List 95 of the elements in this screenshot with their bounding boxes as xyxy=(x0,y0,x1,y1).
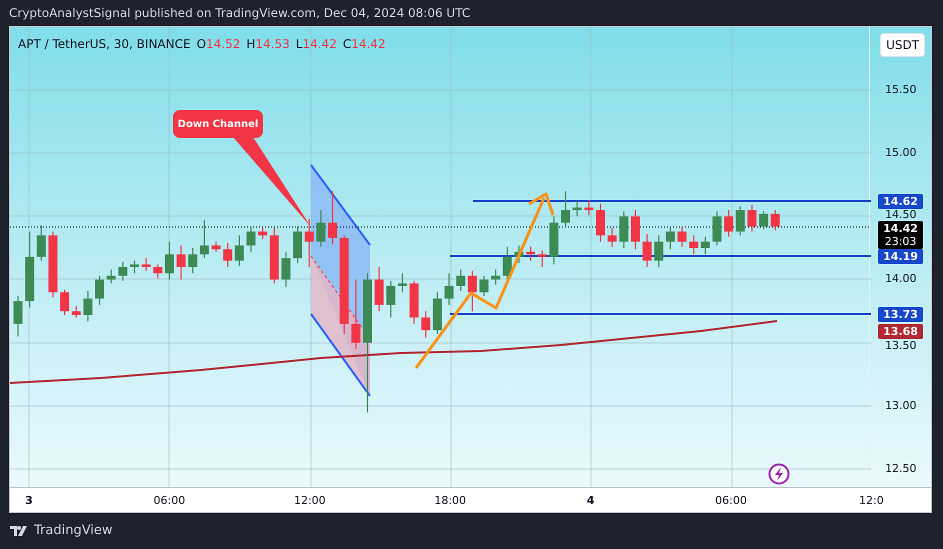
candle xyxy=(596,204,605,242)
candle xyxy=(130,260,139,274)
candle xyxy=(48,232,58,298)
price-value: 14.62 xyxy=(883,195,918,208)
candle xyxy=(514,245,524,264)
price-value: 14.42 xyxy=(883,222,918,235)
candle xyxy=(538,250,547,267)
candle xyxy=(642,234,652,267)
logo-icon xyxy=(10,526,30,536)
candle xyxy=(584,200,594,216)
candle xyxy=(188,248,198,274)
candle xyxy=(712,211,722,246)
ohlc-value: C14.42 xyxy=(342,36,386,53)
price-axis-label: 15.50 xyxy=(885,84,917,95)
candle xyxy=(444,273,454,305)
price-axis-label: 14.50 xyxy=(885,209,917,220)
price-value: 13.68 xyxy=(883,325,918,338)
price-axis-label: 13.00 xyxy=(885,400,917,411)
time-axis-label: 3 xyxy=(25,493,33,509)
price-value: 13.73 xyxy=(883,308,918,321)
candle xyxy=(36,225,46,261)
candle xyxy=(654,235,664,267)
candle xyxy=(95,276,104,305)
time-axis-label: 06:00 xyxy=(715,493,747,509)
candle xyxy=(270,228,279,284)
candle xyxy=(164,242,174,280)
chart-plot-area[interactable]: APT / TetherUS, 30, BINANCE O14.52 H14.53 L14.42 C14.42 Down Channel xyxy=(10,27,870,487)
currency-button[interactable]: USDT xyxy=(880,33,926,57)
ohlc-value: O14.52 xyxy=(196,36,240,53)
candle xyxy=(258,228,268,240)
candle xyxy=(246,226,256,252)
candle xyxy=(223,242,232,267)
candle xyxy=(212,242,221,252)
time-axis-label: 12:0 xyxy=(859,493,884,509)
time-axis-label: 06:00 xyxy=(154,493,186,509)
publish-info: CryptoAnalystSignal published on TradingView.com, Dec 04, 2024 08:06 UTC xyxy=(9,5,470,22)
candle xyxy=(421,311,430,338)
candle xyxy=(374,266,384,312)
candle xyxy=(619,211,628,248)
ohlc-value: H14.53 xyxy=(246,36,290,53)
candle xyxy=(456,270,466,291)
candle xyxy=(759,211,768,230)
candle xyxy=(608,228,617,247)
candle xyxy=(491,270,500,285)
candle xyxy=(386,280,396,318)
time-axis-label: 4 xyxy=(586,493,594,509)
candle xyxy=(526,246,536,261)
candle xyxy=(200,220,209,258)
price-axis-label: 15.00 xyxy=(885,147,917,158)
price-value: 14.19 xyxy=(883,250,918,263)
candle xyxy=(770,210,780,230)
symbol-title: APT / TetherUS, 30, BINANCE xyxy=(18,36,191,53)
candle xyxy=(398,273,407,292)
candle xyxy=(106,270,116,284)
candle xyxy=(630,210,640,250)
candle xyxy=(72,306,81,318)
candle xyxy=(304,218,314,267)
time-axis-label: 18:00 xyxy=(434,493,466,509)
brand-name: TradingView xyxy=(34,522,113,540)
candle xyxy=(118,262,128,281)
candle xyxy=(60,290,70,315)
candle xyxy=(153,264,162,278)
candle xyxy=(747,205,756,232)
candle xyxy=(572,201,582,216)
candle xyxy=(480,276,488,296)
callout-label: Down Channel xyxy=(173,110,263,138)
candle xyxy=(234,235,244,266)
candle xyxy=(561,191,570,228)
candle xyxy=(293,226,302,264)
candle xyxy=(351,280,360,350)
price-axis-label: 13.50 xyxy=(885,340,917,351)
candle xyxy=(724,210,734,237)
candle xyxy=(432,292,442,334)
countdown-timer: 23:03 xyxy=(884,235,916,248)
candle xyxy=(410,280,419,324)
ohlc-value: L14.42 xyxy=(296,36,337,53)
candle xyxy=(83,290,92,322)
candle xyxy=(666,228,675,250)
candle xyxy=(328,191,338,244)
candle xyxy=(176,245,186,280)
candle xyxy=(316,210,326,247)
candle xyxy=(142,258,151,271)
candle xyxy=(689,235,698,254)
candle xyxy=(14,296,22,336)
candle xyxy=(549,216,558,264)
time-axis-label: 12:00 xyxy=(294,493,326,509)
candle xyxy=(736,206,745,236)
price-axis-label: 14.00 xyxy=(885,273,917,284)
candle xyxy=(468,270,477,312)
candle xyxy=(502,246,512,280)
candle xyxy=(678,226,687,247)
price-axis-label: 12.50 xyxy=(885,463,917,474)
candle xyxy=(281,252,290,288)
candle xyxy=(700,236,710,254)
lightning-icon[interactable] xyxy=(768,464,790,484)
